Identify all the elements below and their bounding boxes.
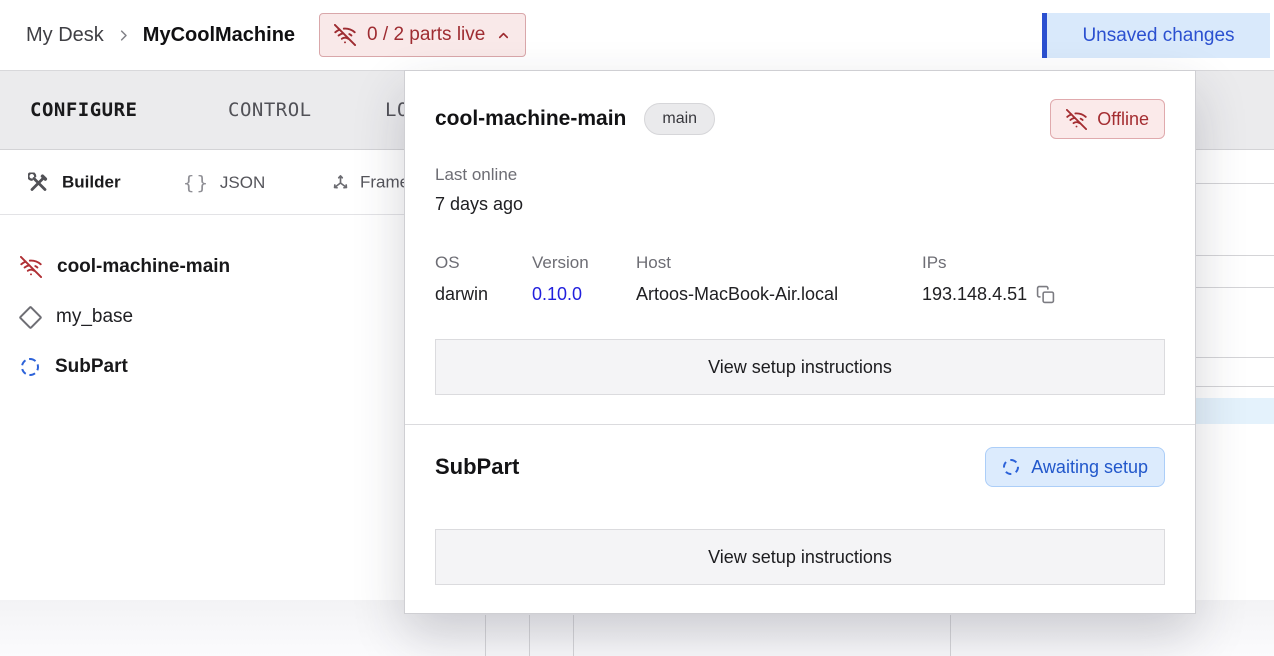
sidebar-item-my-base[interactable]: my_base [20, 302, 133, 332]
breadcrumb-parent-link[interactable]: My Desk [26, 24, 104, 47]
background-row-divider [1196, 357, 1274, 358]
offline-status-label: Offline [1097, 109, 1149, 130]
field-host: Host Artoos-MacBook-Air.local [636, 253, 922, 305]
unsaved-changes-indicator: Unsaved changes [1042, 13, 1270, 58]
machine-config-page: CONFIGURE CONTROL LOGS Builder {} JSON [0, 0, 1274, 656]
machine-name-title: MyCoolMachine [143, 24, 295, 47]
tab-control[interactable]: CONTROL [228, 99, 312, 121]
mode-frame[interactable]: Frame [330, 172, 409, 193]
sub-part-name: SubPart [435, 454, 519, 480]
background-row-divider [1196, 255, 1274, 256]
background-row-divider [1196, 287, 1274, 288]
parts-status-dropdown-panel: cool-machine-main main Offline Last onli… [404, 70, 1196, 614]
copy-icon[interactable] [1036, 285, 1055, 304]
wifi-off-icon [20, 256, 42, 278]
background-row-divider [1196, 386, 1274, 387]
host-value: Artoos-MacBook-Air.local [636, 284, 922, 305]
mode-json-label: JSON [220, 173, 265, 193]
ip-address-value: 193.148.4.51 [922, 284, 1027, 305]
background-table-column-line [529, 615, 530, 656]
mode-json[interactable]: {} JSON [183, 172, 265, 194]
parts-live-label: 0 / 2 parts live [367, 24, 485, 46]
version-label: Version [532, 253, 636, 273]
sub-part-section: SubPart Awaiting setup View setup instru… [405, 424, 1195, 585]
background-table-column-line [485, 615, 486, 656]
sidebar-item-label: my_base [56, 306, 133, 328]
sidebar-item-label: cool-machine-main [57, 256, 230, 278]
os-label: OS [435, 253, 532, 273]
main-part-tag: main [644, 103, 715, 135]
background-table-column-line [573, 615, 574, 656]
field-ips: IPs 193.148.4.51 [922, 253, 1055, 305]
offline-status-badge: Offline [1050, 99, 1165, 139]
background-selected-row [1196, 398, 1274, 424]
awaiting-setup-badge: Awaiting setup [985, 447, 1165, 487]
os-value: darwin [435, 284, 532, 305]
mode-frame-label: Frame [360, 173, 409, 193]
unsaved-changes-label: Unsaved changes [1082, 25, 1234, 47]
chevron-right-icon [116, 28, 131, 43]
chevron-up-icon [496, 28, 511, 43]
field-version: Version 0.10.0 [532, 253, 636, 305]
wifi-off-icon [1066, 109, 1087, 130]
builder-tools-icon [28, 172, 49, 193]
host-label: Host [636, 253, 922, 273]
ips-label: IPs [922, 253, 1055, 273]
base-diamond-icon [18, 305, 42, 329]
mode-builder[interactable]: Builder [28, 172, 121, 193]
last-online-label: Last online [435, 165, 1165, 185]
main-part-section: cool-machine-main main Offline Last onli… [405, 71, 1195, 395]
dashed-circle-icon [21, 358, 39, 376]
view-setup-instructions-button[interactable]: View setup instructions [435, 339, 1165, 395]
wifi-off-icon [334, 24, 356, 46]
main-part-name: cool-machine-main [435, 107, 626, 131]
sidebar-item-label: SubPart [55, 356, 128, 378]
view-setup-instructions-button[interactable]: View setup instructions [435, 529, 1165, 585]
braces-icon: {} [183, 172, 210, 194]
part-info-fields: OS darwin Version 0.10.0 Host Artoos-Mac… [435, 253, 1165, 305]
parts-live-dropdown-button[interactable]: 0 / 2 parts live [319, 13, 526, 57]
dashed-circle-icon [1003, 459, 1019, 475]
setup-button-label: View setup instructions [708, 357, 892, 378]
field-os: OS darwin [435, 253, 532, 305]
setup-button-label: View setup instructions [708, 547, 892, 568]
sidebar-item-subpart[interactable]: SubPart [20, 352, 128, 382]
background-table-column-line [950, 615, 951, 656]
mode-builder-label: Builder [62, 173, 121, 193]
machine-header: My Desk MyCoolMachine 0 / 2 parts live U… [0, 0, 1274, 70]
frame-axes-icon [330, 172, 351, 193]
background-row-divider [1196, 183, 1274, 184]
tab-configure[interactable]: CONFIGURE [30, 99, 137, 121]
sidebar-item-cool-machine-main[interactable]: cool-machine-main [20, 252, 230, 282]
awaiting-setup-label: Awaiting setup [1031, 457, 1148, 478]
last-online-value: 7 days ago [435, 194, 1165, 215]
version-link[interactable]: 0.10.0 [532, 284, 636, 305]
